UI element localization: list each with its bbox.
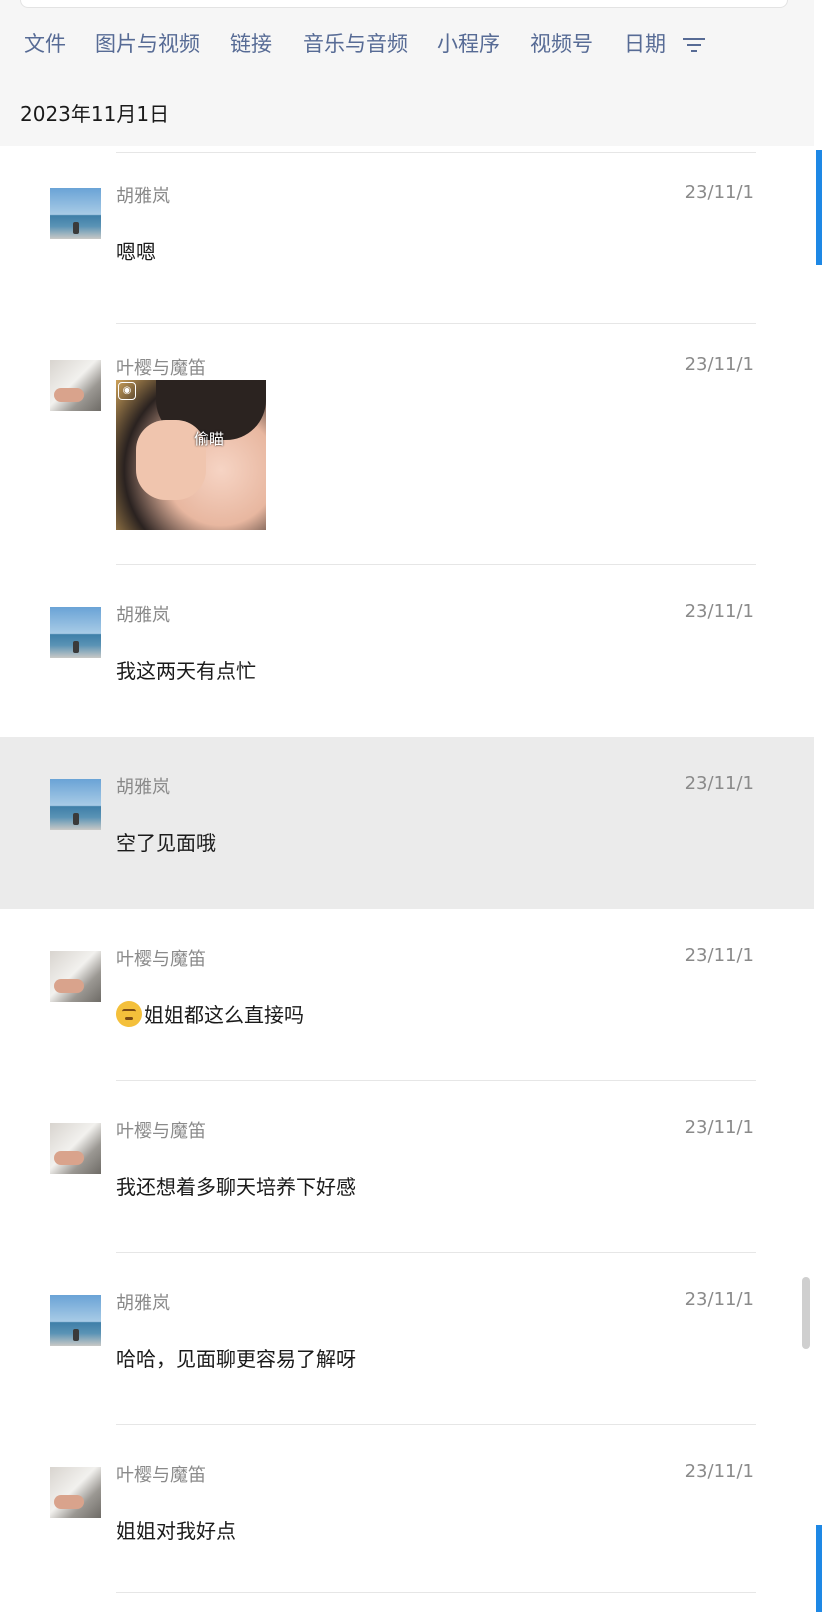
tab-files[interactable]: 文件 bbox=[24, 28, 66, 58]
adjacent-window-accent bbox=[816, 150, 822, 265]
scrollbar-thumb[interactable] bbox=[802, 1277, 810, 1349]
message-item[interactable]: 胡雅岚 23/11/1 哈哈，见面聊更容易了解呀 bbox=[0, 1253, 814, 1425]
tab-date[interactable]: 日期 bbox=[624, 28, 705, 58]
avatar[interactable] bbox=[50, 607, 101, 658]
tab-links[interactable]: 链接 bbox=[230, 28, 272, 58]
message-text-with-emoji: 姐姐都这么直接吗 bbox=[116, 999, 304, 1028]
message-text: 嗯嗯 bbox=[116, 240, 156, 264]
thinking-face-icon bbox=[116, 1001, 142, 1027]
message-text: 空了见面哦 bbox=[116, 831, 216, 855]
adjacent-window-accent bbox=[816, 1525, 822, 1612]
filter-header: 文件 图片与视频 链接 音乐与音频 小程序 视频号 日期 2023年11月1日 bbox=[0, 0, 814, 146]
avatar[interactable] bbox=[50, 951, 101, 1002]
sender-name: 叶樱与魔笛 bbox=[116, 949, 206, 970]
date-group-header: 2023年11月1日 bbox=[20, 102, 170, 126]
avatar[interactable] bbox=[50, 779, 101, 830]
message-text: 我这两天有点忙 bbox=[116, 659, 256, 683]
sender-name: 胡雅岚 bbox=[116, 186, 170, 207]
sender-name: 胡雅岚 bbox=[116, 1293, 170, 1314]
tab-images-videos[interactable]: 图片与视频 bbox=[95, 28, 200, 58]
message-item-highlighted[interactable]: 胡雅岚 23/11/1 空了见面哦 bbox=[0, 737, 814, 909]
divider bbox=[116, 1592, 756, 1593]
sender-name: 叶樱与魔笛 bbox=[116, 1121, 206, 1142]
message-item[interactable]: 叶樱与魔笛 23/11/1 姐姐都这么直接吗 bbox=[0, 909, 814, 1081]
message-time: 23/11/1 bbox=[684, 601, 754, 622]
message-list: 胡雅岚 23/11/1 嗯嗯 叶樱与魔笛 23/11/1 ◉ 偷瞄 胡雅岚 23… bbox=[0, 146, 814, 1597]
tab-music-audio[interactable]: 音乐与音频 bbox=[303, 28, 408, 58]
message-time: 23/11/1 bbox=[684, 1117, 754, 1138]
tab-date-label: 日期 bbox=[624, 32, 666, 56]
message-text: 姐姐都这么直接吗 bbox=[144, 1003, 304, 1027]
avatar[interactable] bbox=[50, 360, 101, 411]
message-time: 23/11/1 bbox=[684, 945, 754, 966]
sender-name: 胡雅岚 bbox=[116, 777, 170, 798]
message-time: 23/11/1 bbox=[684, 773, 754, 794]
message-text: 姐姐对我好点 bbox=[116, 1519, 236, 1543]
sticker-tag-icon: ◉ bbox=[118, 382, 136, 400]
tab-mini-programs[interactable]: 小程序 bbox=[437, 28, 500, 58]
sender-name: 叶樱与魔笛 bbox=[116, 358, 206, 379]
avatar[interactable] bbox=[50, 1295, 101, 1346]
sticker-image[interactable]: ◉ 偷瞄 bbox=[116, 380, 266, 530]
sender-name: 胡雅岚 bbox=[116, 605, 170, 626]
message-time: 23/11/1 bbox=[684, 1289, 754, 1310]
message-time: 23/11/1 bbox=[684, 182, 754, 203]
message-item[interactable]: 胡雅岚 23/11/1 我这两天有点忙 bbox=[0, 565, 814, 737]
message-item[interactable]: 叶樱与魔笛 23/11/1 我还想着多聊天培养下好感 bbox=[0, 1081, 814, 1253]
message-item[interactable]: 叶樱与魔笛 23/11/1 姐姐对我好点 bbox=[0, 1425, 814, 1597]
search-box[interactable] bbox=[20, 0, 788, 8]
avatar[interactable] bbox=[50, 188, 101, 239]
message-text: 我还想着多聊天培养下好感 bbox=[116, 1175, 356, 1199]
filter-icon bbox=[682, 38, 705, 52]
sender-name: 叶樱与魔笛 bbox=[116, 1465, 206, 1486]
message-item[interactable]: 叶樱与魔笛 23/11/1 ◉ 偷瞄 bbox=[0, 318, 814, 565]
sticker-caption: 偷瞄 bbox=[194, 430, 225, 448]
message-time: 23/11/1 bbox=[684, 354, 754, 375]
avatar[interactable] bbox=[50, 1123, 101, 1174]
avatar[interactable] bbox=[50, 1467, 101, 1518]
category-tabs: 文件 图片与视频 链接 音乐与音频 小程序 视频号 日期 bbox=[0, 28, 720, 62]
tab-channels[interactable]: 视频号 bbox=[530, 28, 593, 58]
message-item[interactable]: 胡雅岚 23/11/1 嗯嗯 bbox=[0, 146, 814, 324]
message-text: 哈哈，见面聊更容易了解呀 bbox=[116, 1347, 356, 1371]
message-time: 23/11/1 bbox=[684, 1461, 754, 1482]
